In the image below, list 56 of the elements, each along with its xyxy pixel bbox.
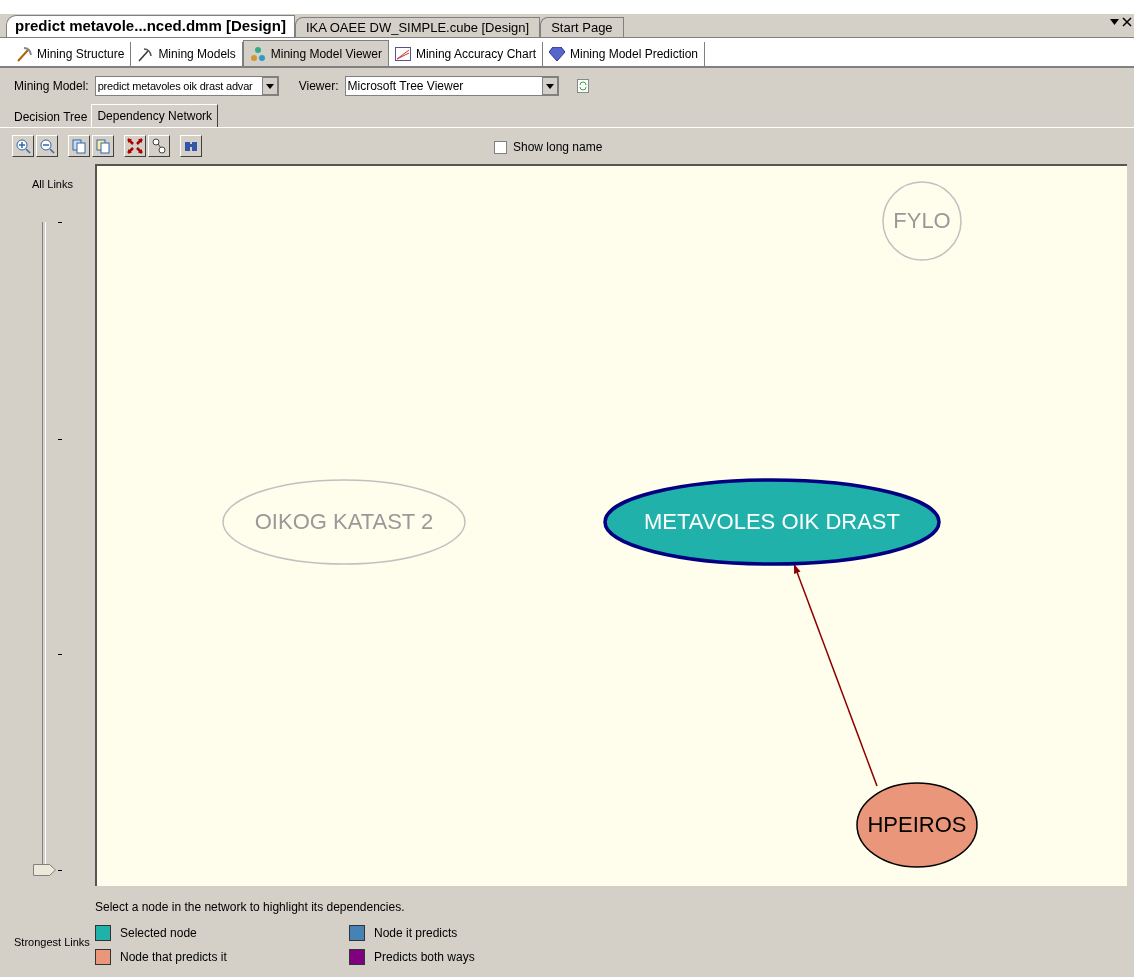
- slider-tick: [58, 870, 62, 871]
- mining-model-label: Mining Model:: [14, 78, 89, 95]
- close-icon[interactable]: [1122, 17, 1132, 27]
- node-label: OIKOG KATAST 2: [254, 509, 434, 535]
- caret-icon: [265, 83, 274, 89]
- slider-tick: [58, 439, 62, 440]
- mining-model-dropdown[interactable]: predict metavoles oik drast advar: [94, 76, 279, 96]
- copy-button[interactable]: [68, 135, 90, 157]
- document-tab[interactable]: IKA OAEE DW_SIMPLE.cube [Design]: [294, 17, 541, 37]
- strongest-links-label: Strongest Links: [14, 935, 91, 950]
- viewer-tab[interactable]: Dependency Network: [91, 104, 219, 127]
- document-tab[interactable]: Start Page: [540, 17, 624, 37]
- node-label: HPEIROS: [867, 812, 967, 838]
- slider-track[interactable]: [33, 222, 57, 878]
- viewer-tab[interactable]: Decision Tree: [10, 107, 92, 127]
- expand-arrows-icon: [127, 138, 143, 154]
- legend-label: Node that predicts it: [120, 949, 227, 966]
- dropdown-caret-icon[interactable]: [1110, 19, 1119, 25]
- network-icon: [249, 45, 266, 62]
- designer-tab[interactable]: Mining Model Prediction: [542, 42, 706, 66]
- legend-label: Selected node: [120, 925, 197, 942]
- diamond-icon: [548, 47, 565, 61]
- legend-label: Predicts both ways: [374, 949, 475, 966]
- zoom-in-button[interactable]: [12, 135, 34, 157]
- expand-arrows-button[interactable]: [124, 135, 146, 157]
- viewer-label: Viewer:: [298, 78, 339, 95]
- refresh-icon[interactable]: [576, 79, 589, 93]
- slider-thumb[interactable]: [33, 864, 57, 876]
- caret-icon: [545, 83, 554, 89]
- legend-label: Node it predicts: [374, 925, 458, 942]
- hint-text: Select a node in the network to highlight its dependencies.: [95, 900, 405, 914]
- designer-tab[interactable]: Mining Models: [131, 42, 243, 66]
- zoom-in-icon: [15, 138, 31, 154]
- zoom-out-icon: [39, 138, 55, 154]
- pickaxe-icon: [137, 46, 154, 62]
- document-tab[interactable]: predict metavole...nced.dmm [Design]: [6, 15, 295, 37]
- designer-tab[interactable]: Mining Model Viewer: [242, 40, 389, 66]
- all-links-label: All Links: [32, 177, 73, 192]
- copy-button[interactable]: [92, 135, 114, 157]
- viewer-dropdown[interactable]: Microsoft Tree Viewer: [344, 76, 559, 96]
- slider-tick: [58, 654, 62, 655]
- network-node[interactable]: [603, 478, 941, 566]
- slider-tick: [58, 222, 62, 223]
- node-label: FYLO: [893, 208, 951, 234]
- designer-tab[interactable]: Mining Accuracy Chart: [388, 42, 543, 66]
- chart-icon: [394, 47, 411, 61]
- network-node[interactable]: [856, 782, 978, 868]
- designer-tab[interactable]: Mining Structure: [10, 42, 132, 66]
- node-label: METAVOLES OIK DRAST: [644, 509, 900, 535]
- zoom-out-button[interactable]: [36, 135, 58, 157]
- copy-icon: [95, 138, 111, 154]
- layout-button[interactable]: [148, 135, 170, 157]
- pickaxe-icon: [16, 46, 32, 62]
- copy-icon: [71, 138, 87, 154]
- show-long-name-checkbox[interactable]: Show long name: [494, 138, 603, 156]
- layout-icon: [151, 138, 167, 154]
